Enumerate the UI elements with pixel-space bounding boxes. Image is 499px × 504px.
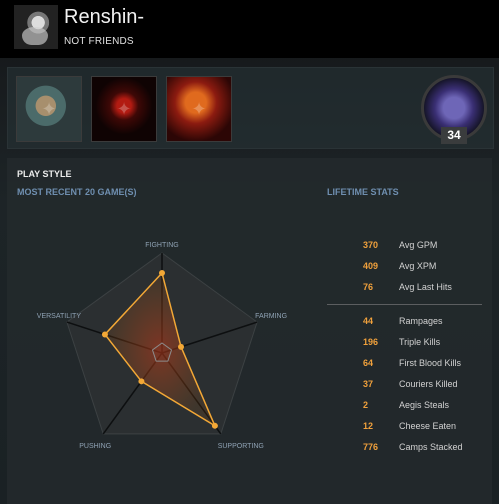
radar-label-fighting: FIGHTING [145, 242, 178, 249]
stat-value: 370 [363, 240, 379, 250]
stat-value: 2 [363, 400, 369, 410]
stat-label: Couriers Killed [399, 379, 458, 389]
radar-label-supporting: SUPPORTING [218, 443, 264, 450]
profile-header: Renshin- NOT FRIENDS [0, 0, 499, 58]
radar-label-pushing: PUSHING [79, 443, 111, 450]
stat-label: Triple Kills [399, 337, 441, 347]
hero-portrait-3[interactable]: ✦ [166, 76, 232, 142]
stat-value: 409 [363, 261, 379, 271]
stat-value: 44 [363, 316, 374, 326]
radar-point-versatility [101, 331, 108, 338]
stat-label: Cheese Eaten [399, 421, 457, 431]
top-heroes-strip: ✦ ✦ ✦ 34 [7, 67, 494, 149]
radar-label-farming: FARMING [255, 313, 287, 320]
stat-value: 76 [363, 282, 374, 292]
lifetime-stats-label: LIFETIME STATS [327, 187, 399, 197]
stat-label: Avg GPM [399, 240, 438, 250]
radar-label-versatility: VERSATILITY [37, 313, 82, 320]
player-name[interactable]: Renshin- [64, 6, 144, 29]
radar-point-fighting [159, 270, 165, 276]
stat-label: Rampages [399, 316, 443, 326]
stat-value: 12 [363, 421, 374, 431]
radar-point-farming [178, 343, 185, 350]
hero-portrait-1[interactable]: ✦ [16, 76, 82, 142]
hero-portrait-2[interactable]: ✦ [91, 76, 157, 142]
stat-value: 64 [363, 358, 374, 368]
stat-value: 37 [363, 379, 374, 389]
recent-games-label: MOST RECENT 20 GAME(S) [17, 187, 137, 197]
play-style-panel: PLAY STYLE MOST RECENT 20 GAME(S) LIFETI… [7, 158, 492, 504]
stat-value: 196 [363, 337, 379, 347]
stat-label: Avg XPM [399, 261, 437, 271]
profile-card: Renshin- NOT FRIENDS ✦ ✦ ✦ 34 PLAY STYLE… [0, 0, 499, 504]
hero-3-icon: ✦ [191, 98, 207, 119]
radar-point-supporting [211, 422, 218, 429]
stat-label: First Blood Kills [399, 358, 462, 368]
stat-label: Camps Stacked [399, 442, 463, 452]
play-style-radar-chart: FIGHTING FARMING SUPPORTING PUSHING VERSATIL… [37, 242, 287, 450]
section-title: PLAY STYLE [17, 169, 72, 179]
stat-value: 776 [363, 442, 379, 452]
hero-2-icon: ✦ [116, 98, 132, 119]
rank-number: 34 [441, 127, 467, 144]
player-avatar[interactable] [14, 5, 58, 49]
stat-label: Avg Last Hits [399, 282, 452, 292]
friend-status: NOT FRIENDS [64, 36, 134, 47]
hero-1-icon: ✦ [41, 98, 57, 119]
stats-divider [327, 304, 482, 305]
radar-point-pushing [138, 378, 145, 385]
stat-label: Aegis Steals [399, 400, 450, 410]
